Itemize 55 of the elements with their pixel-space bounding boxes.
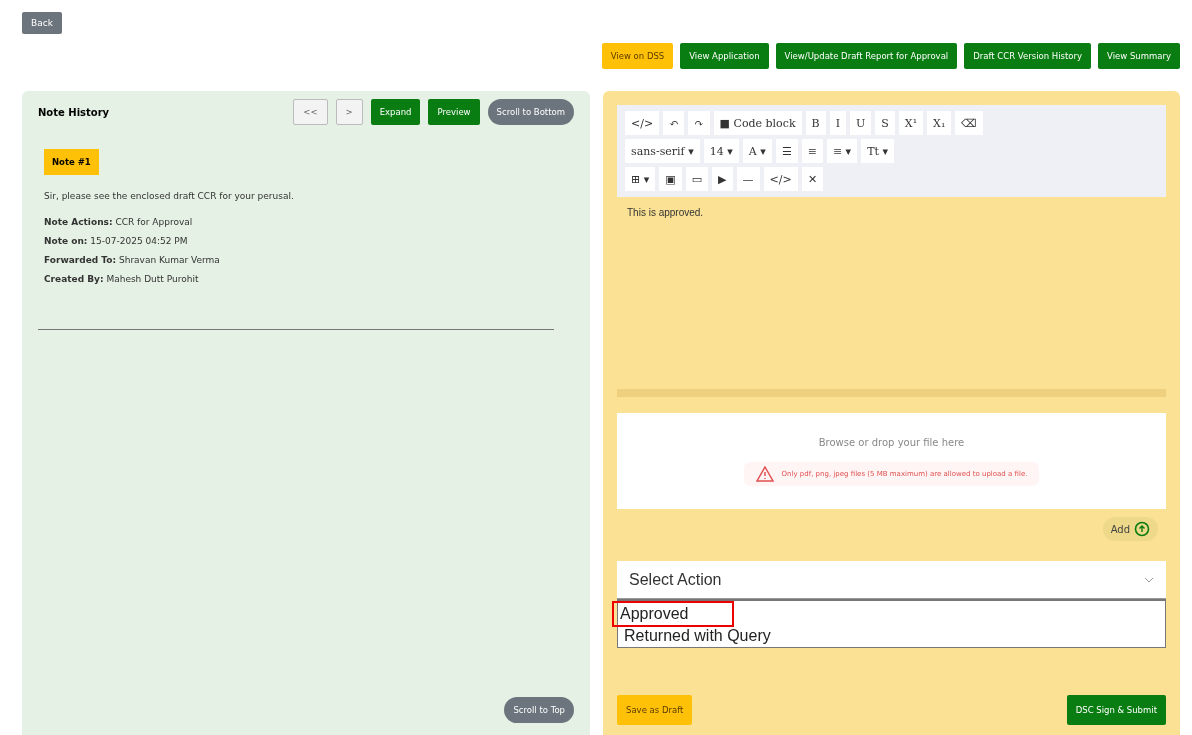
upload-icon [1134, 521, 1150, 537]
note-message: Sir, please see the enclosed draft CCR for your perusal. [44, 191, 295, 201]
panel-button[interactable]: Expand [370, 99, 421, 125]
action-option[interactable]: Approved [614, 603, 732, 625]
toolbar-button[interactable]: ↷ [688, 111, 710, 135]
toolbar-button[interactable]: Tt ▾ [861, 139, 894, 163]
add-button[interactable]: Add [1102, 517, 1158, 541]
nav-button[interactable]: Draft CCR Version History [964, 43, 1092, 69]
toolbar-button[interactable]: U [850, 111, 872, 135]
toolbar-button[interactable]: S [875, 111, 895, 135]
toolbar-button[interactable]: ✕ [801, 167, 823, 191]
panel-button[interactable]: Scroll to Bottom [487, 99, 574, 125]
toolbar-button[interactable]: X₁ [927, 111, 952, 135]
nav-button[interactable]: View Summary [1098, 43, 1180, 69]
toolbar-button[interactable]: B [805, 111, 826, 135]
scroll-top-button[interactable]: Scroll to Top [504, 697, 574, 723]
note-field: Forwarded To: Shravan Kumar Verma [44, 251, 548, 270]
footer-button[interactable]: DSC Sign & Submit [1066, 695, 1166, 725]
toolbar-button[interactable]: A ▾ [742, 139, 772, 163]
toolbar-button[interactable]: </> [625, 111, 660, 135]
toolbar-button[interactable]: ↶ [663, 111, 685, 135]
toolbar-button[interactable]: I [829, 111, 847, 135]
caret-icon [1144, 576, 1154, 583]
nav-button[interactable]: View Application [680, 43, 769, 69]
warning-icon [755, 465, 774, 482]
note-field: Note Actions: CCR for Approval [44, 213, 548, 232]
panel-button[interactable]: << [293, 99, 328, 125]
toolbar-button[interactable]: ■ Code block [713, 111, 802, 135]
panel-button[interactable]: Preview [428, 99, 480, 125]
drop-prompt: Browse or drop your file here [818, 436, 965, 448]
toolbar-button[interactable]: ▶ [712, 167, 733, 191]
toolbar-button[interactable]: </> [763, 167, 798, 191]
editor-content[interactable]: This is approved. [617, 197, 1166, 397]
toolbar-button[interactable]: ≡ [801, 139, 823, 163]
footer-button[interactable]: Save as Draft [617, 695, 693, 725]
note-badge: Note #1 [44, 149, 99, 175]
panel-title: Note History [38, 106, 110, 118]
toolbar-button[interactable]: ≡ ▾ [826, 139, 858, 163]
toolbar-button[interactable]: 14 ▾ [703, 139, 739, 163]
toolbar-button[interactable]: sans-serif ▾ [625, 139, 700, 163]
note-field: Note on: 15-07-2025 04:52 PM [44, 232, 548, 251]
panel-button[interactable]: > [335, 99, 363, 125]
toolbar-button[interactable]: ▭ [685, 167, 709, 191]
back-button[interactable]: Back [22, 12, 62, 34]
toolbar-button[interactable]: ⌫ [955, 111, 984, 135]
toolbar-button[interactable]: X¹ [898, 111, 924, 135]
nav-button[interactable]: View on DSS [601, 43, 674, 69]
toolbar-button[interactable]: ▣ [659, 167, 682, 191]
toolbar-button[interactable]: ☰ [775, 139, 798, 163]
toolbar-button[interactable]: ⊞ ▾ [625, 167, 656, 191]
action-option[interactable]: Returned with Query [618, 625, 779, 647]
note-field: Created By: Mahesh Dutt Purohit [44, 270, 548, 289]
nav-button[interactable]: View/Update Draft Report for Approval [775, 43, 958, 69]
toolbar-button[interactable]: — [736, 167, 760, 191]
action-select[interactable]: Select Action [617, 561, 1166, 599]
